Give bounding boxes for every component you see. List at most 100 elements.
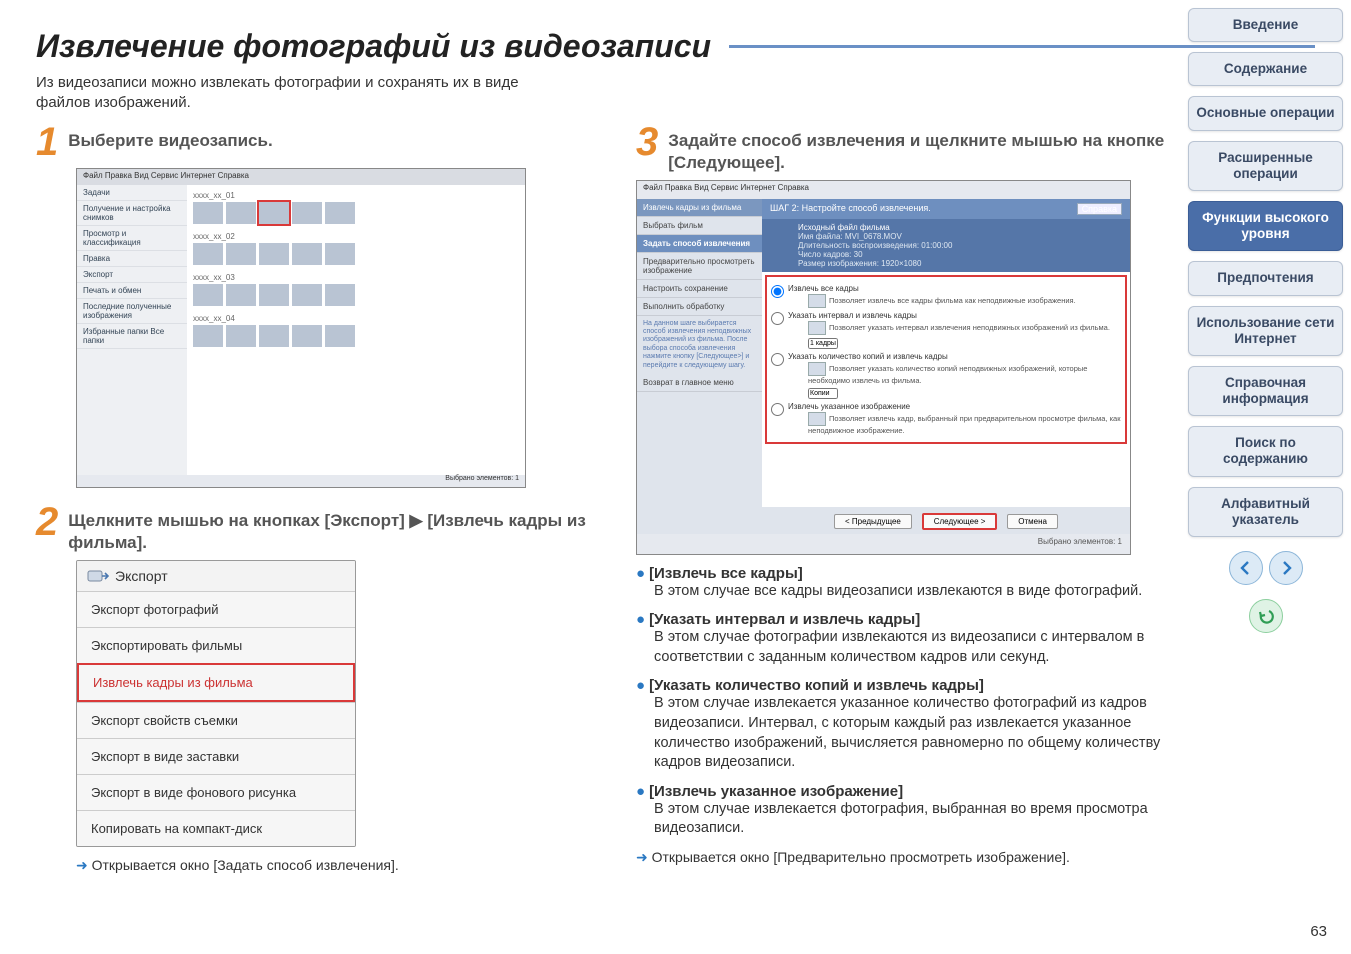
wiz-step-active: Задать способ извлечения [637,235,762,253]
export-item[interactable]: Копировать на компакт-диск [77,810,355,846]
nav-advanced-ops[interactable]: Расширенные операции [1188,141,1343,191]
zb-thumb [259,243,289,265]
nav-internet[interactable]: Использование сети Интернет [1188,306,1343,356]
next-button[interactable]: Следующее > [922,513,998,530]
wiz-option[interactable]: Указать интервал и извлечь кадрыПозволяе… [771,311,1121,349]
export-item[interactable]: Экспорт в виде заставки [77,738,355,774]
zb-thumb [292,243,322,265]
radio-interval[interactable] [771,312,784,325]
zb-side-item: Правка [77,251,187,267]
zb-group-title: xxxx_xx_01 [193,191,519,200]
zb-thumb [226,325,256,347]
nav-intro[interactable]: Введение [1188,8,1343,42]
radio-specified[interactable] [771,403,784,416]
export-menu-panel: Экспорт Экспорт фотографий Экспортироват… [76,560,356,847]
wiz-fileinfo: Длительность воспроизведения: 01:00:00 [798,241,1094,250]
wiz-step: Предварительно просмотреть изображение [637,253,762,280]
nav-preferences[interactable]: Предпочтения [1188,261,1343,295]
zb-menubar: Файл Правка Вид Сервис Интернет Справка [77,169,525,185]
wiz-options-box: Извлечь все кадры Позволяет извлечь все к… [765,275,1127,444]
option-icon [808,412,826,426]
zb-thumb [226,243,256,265]
nav-index[interactable]: Алфавитный указатель [1188,487,1343,537]
screenshot-wizard: Файл Правка Вид Сервис Интернет Справка … [636,180,1131,555]
zb-thumb [259,325,289,347]
option-icon [808,294,826,308]
zb-thumb [292,202,322,224]
option-icon [808,321,826,335]
nav-back [1188,599,1343,633]
wiz-option[interactable]: Извлечь все кадры Позволяет извлечь все к… [771,284,1121,308]
export-item[interactable]: Экспорт в виде фонового рисунка [77,774,355,810]
bullet-item: [Извлечь все кадры] В этом случае все ка… [636,565,1196,602]
wiz-option-desc: Позволяет извлечь кадр, выбранный при пр… [808,414,1121,435]
zb-side-item: Получение и настройка снимков [77,201,187,226]
bullet-title: [Извлечь указанное изображение] [636,783,1196,800]
wiz-option[interactable]: Извлечь указанное изображение Позволяет и… [771,402,1121,435]
back-icon[interactable] [1249,599,1283,633]
zb-thumb [193,202,223,224]
wiz-option-desc: Позволяет извлечь все кадры фильма как н… [829,296,1076,305]
zb-group-title: xxxx_xx_04 [193,314,519,323]
wiz-option-label: Извлечь указанное изображение [788,402,910,411]
bullet-item: [Указать количество копий и извлечь кадр… [636,677,1196,772]
nav-reference[interactable]: Справочная информация [1188,366,1343,416]
cancel-button[interactable]: Отмена [1007,514,1058,529]
wiz-hint: На данном шаге выбирается способ извлече… [637,316,762,374]
nav-content-search[interactable]: Поиск по содержанию [1188,426,1343,476]
prev-page-icon[interactable] [1229,551,1263,585]
page-title: Извлечение фотографий из видеозаписи [36,28,1315,65]
zb-sidebar: Задачи Получение и настройка снимков Про… [77,185,187,487]
step-3: 3 Задайте способ извлечения и щелкните м… [636,122,1196,174]
nav-basic-ops[interactable]: Основные операции [1188,96,1343,130]
bullet-desc: В этом случае извлекается указанное коли… [654,694,1174,772]
zb-side-item: Просмотр и классификация [77,226,187,251]
zb-side-item: Печать и обмен [77,283,187,299]
wiz-step: Выбрать фильм [637,217,762,235]
wiz-help-button[interactable]: Справка [1077,203,1122,215]
nav-pager [1188,551,1343,585]
export-item[interactable]: Экспорт свойств съемки [77,702,355,738]
wiz-main: ШАГ 2: Настройте способ извлечения. Спра… [762,199,1130,534]
bullet-item: [Указать интервал и извлечь кадры] В это… [636,611,1196,667]
zb-group-title: xxxx_xx_02 [193,232,519,241]
wiz-option-label: Указать интервал и извлечь кадры [788,311,917,320]
export-item-extract-frames[interactable]: Извлечь кадры из фильма [77,663,355,702]
nav-high-level-functions[interactable]: Функции высокого уровня [1188,201,1343,251]
zb-thumb [226,284,256,306]
wiz-footer-status: Выбрано элементов: 1 [637,534,1130,554]
interval-field[interactable] [808,338,838,349]
wiz-filebox-title: Исходный файл фильма [798,223,1094,232]
radio-extract-all[interactable] [771,285,784,298]
export-item[interactable]: Экспорт фотографий [77,591,355,627]
wiz-option[interactable]: Указать количество копий и извлечь кадры… [771,352,1121,399]
side-nav: Введение Содержание Основные операции Ра… [1188,8,1343,633]
zb-side-tree-title: Избранные папки Все папки [77,324,187,349]
intro-text: Из видеозаписи можно извлекать фотографи… [36,73,576,114]
prev-button[interactable]: < Предыдущее [834,514,912,529]
copies-field[interactable] [808,388,838,399]
wiz-fileinfo: Число кадров: 30 [798,250,1094,259]
zb-thumb [325,284,355,306]
page-number: 63 [1310,923,1327,940]
export-menu-header: Экспорт [77,561,355,591]
zb-side-item: Задачи [77,185,187,201]
export-menu-header-label: Экспорт [115,568,168,584]
bullet-desc: В этом случае фотографии извлекаются из … [654,628,1174,667]
radio-copies[interactable] [771,353,784,366]
screenshot-zoombrowser: Файл Правка Вид Сервис Интернет Справка … [76,168,526,488]
bullet-title: [Указать количество копий и извлечь кадр… [636,677,1196,694]
step-2: 2 Щелкните мышью на кнопках [Экспорт] ▶ … [36,502,596,554]
step-1: 1 Выберите видеозапись. [36,122,596,162]
nav-contents[interactable]: Содержание [1188,52,1343,86]
next-page-icon[interactable] [1269,551,1303,585]
step-3-number: 3 [636,122,658,162]
zb-thumb [193,325,223,347]
zb-thumb [325,202,355,224]
bullet-list: [Извлечь все кадры] В этом случае все ка… [636,565,1196,839]
zb-thumb [292,284,322,306]
wiz-option-label: Извлечь все кадры [788,284,859,293]
wiz-step: Настроить сохранение [637,280,762,298]
export-item[interactable]: Экспортировать фильмы [77,627,355,663]
zb-thumb [226,202,256,224]
